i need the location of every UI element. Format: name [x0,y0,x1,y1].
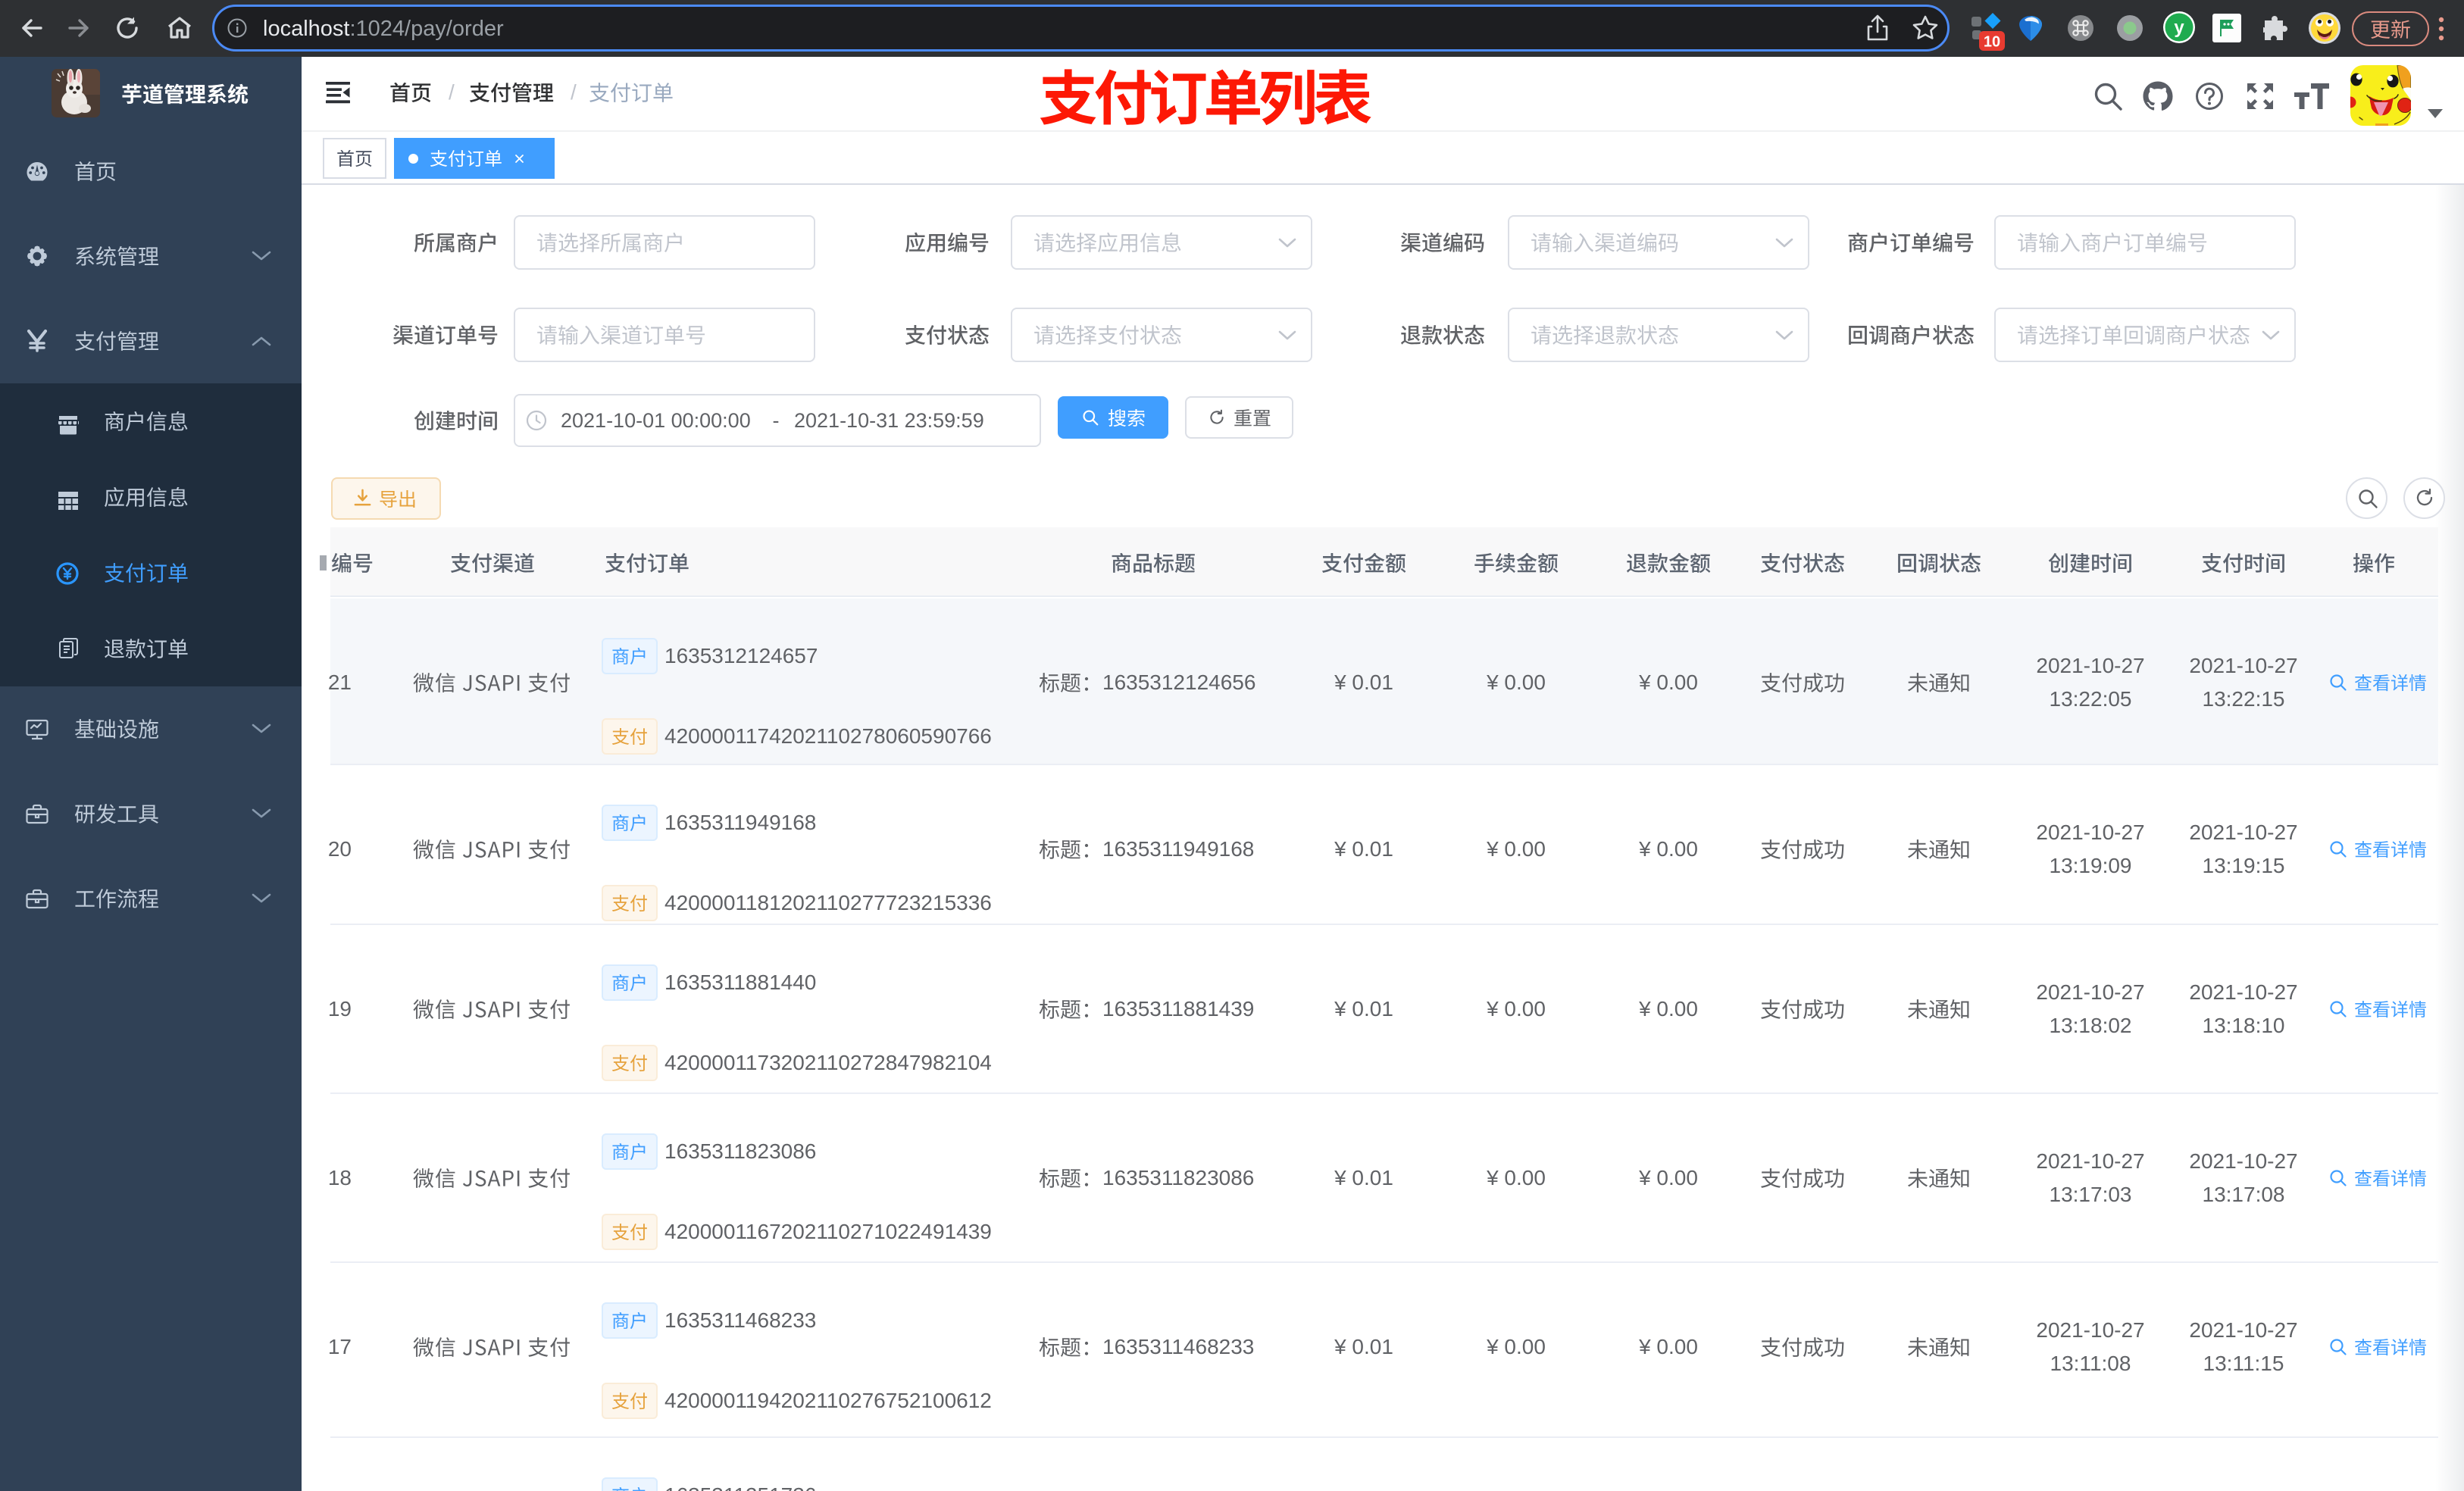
svg-text:10: 10 [1984,34,2000,51]
svg-text:y: y [2174,17,2184,38]
